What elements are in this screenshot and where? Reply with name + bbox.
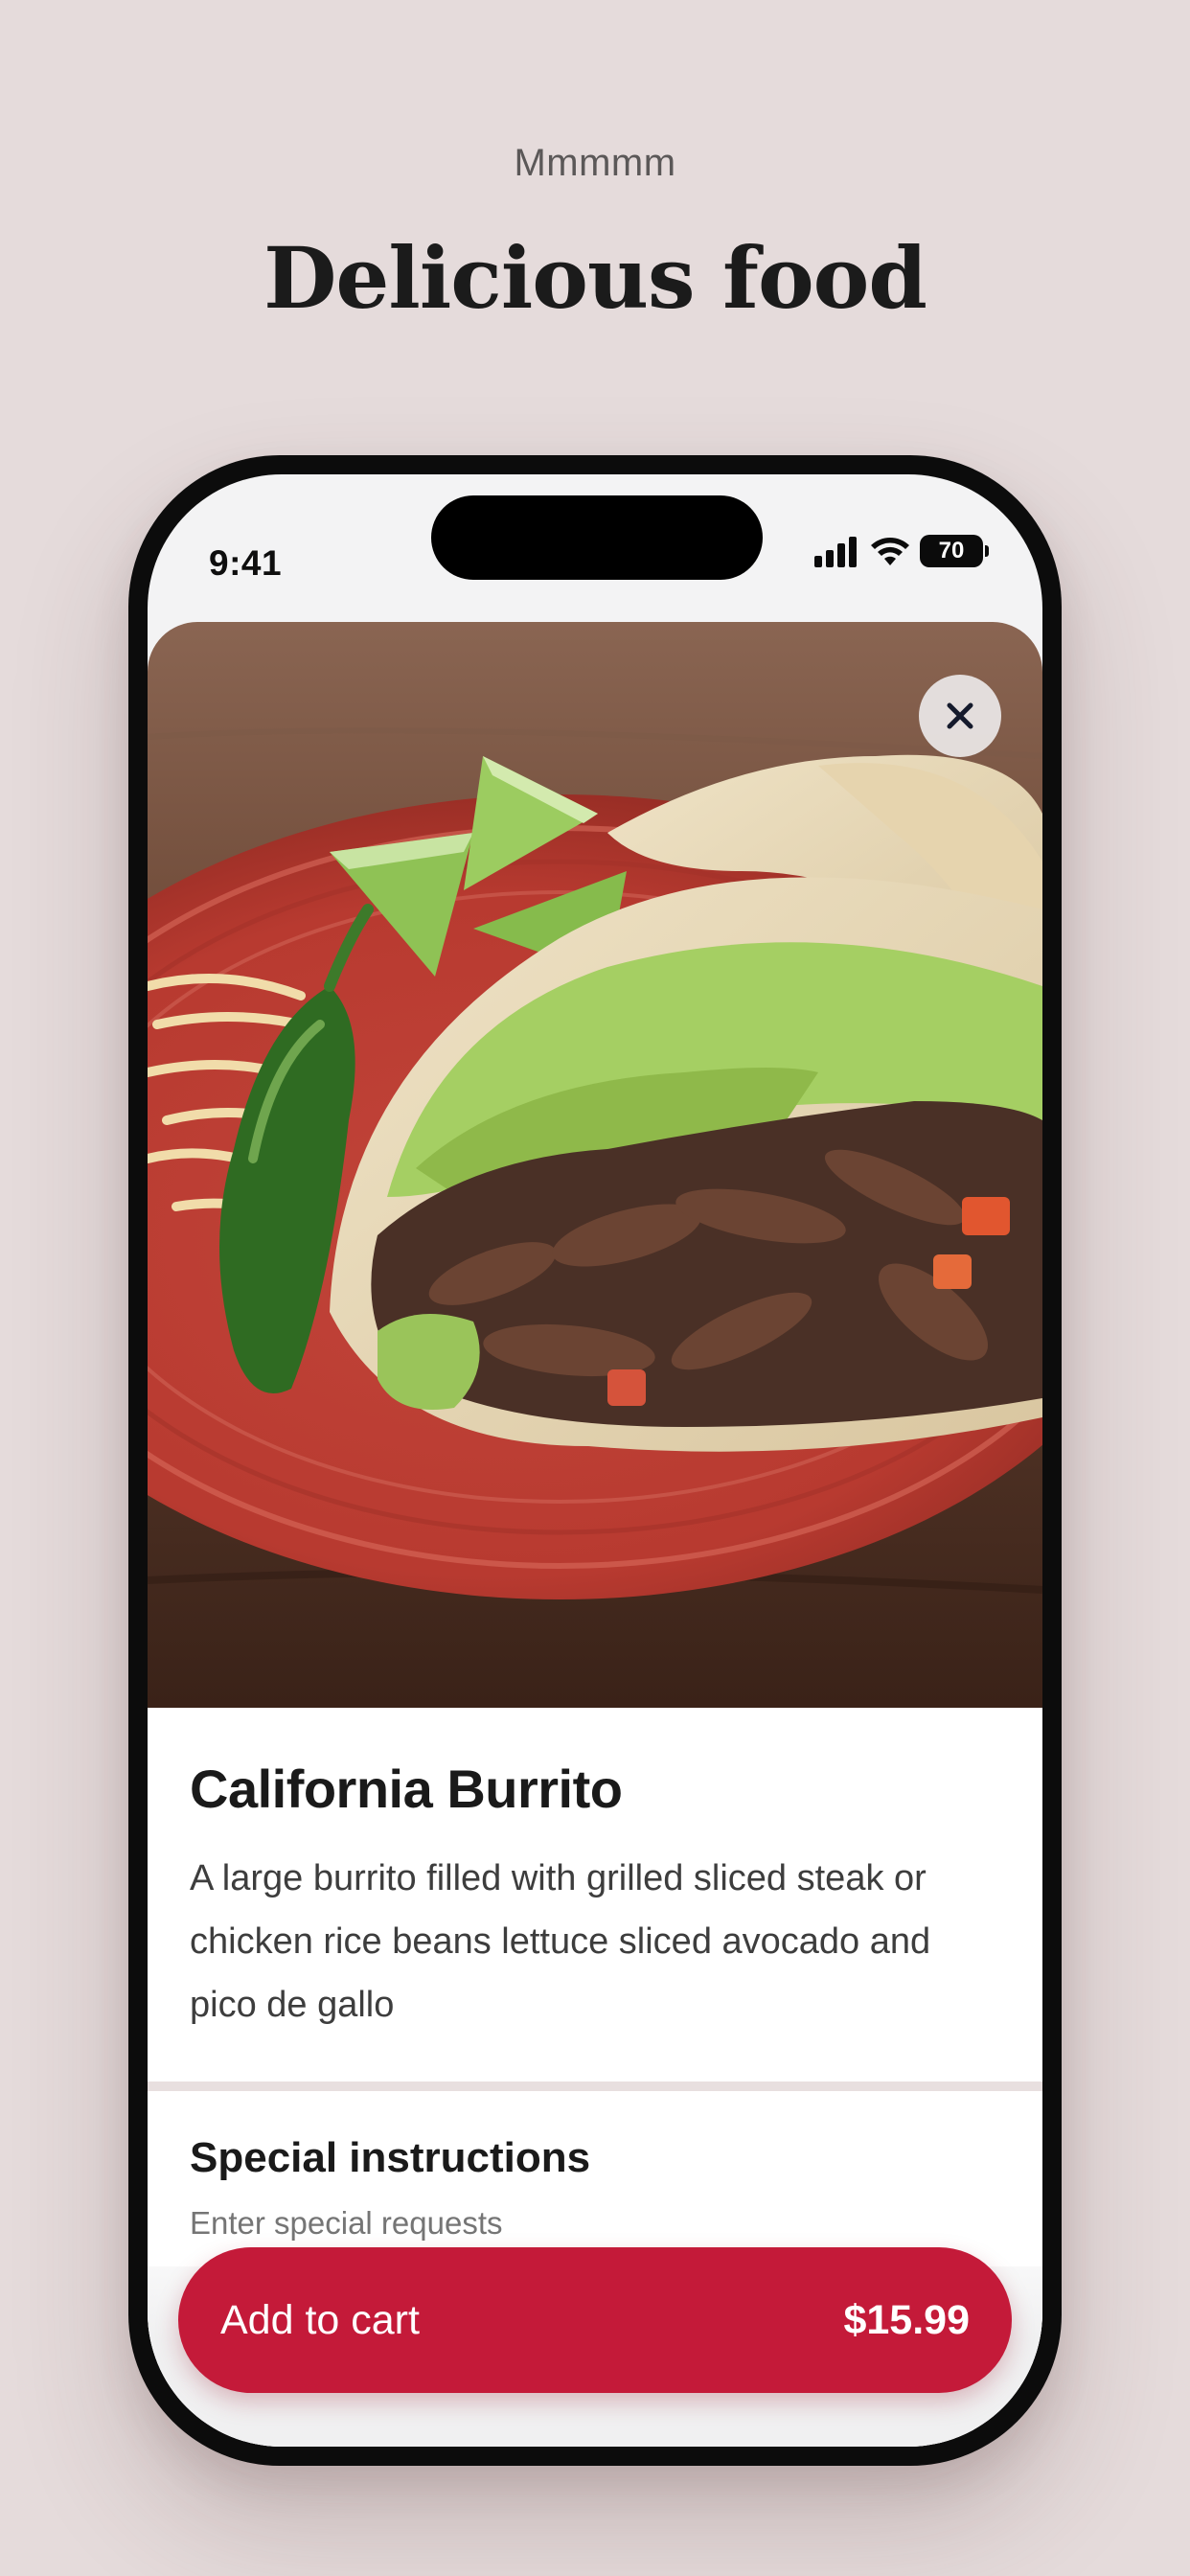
special-instructions-section: Special instructions — [190, 2134, 1000, 2242]
close-icon — [947, 702, 973, 729]
close-button[interactable] — [919, 675, 1001, 757]
dynamic-island — [431, 495, 763, 580]
page-title: Delicious food — [263, 228, 927, 328]
phone-screen: 9:41 70 California Burrito A large burri… — [148, 474, 1042, 2447]
product-description: A large burrito filled with grilled slic… — [190, 1858, 931, 2025]
battery-level: 70 — [938, 538, 965, 564]
wifi-icon — [871, 538, 909, 565]
add-to-cart-label: Add to cart — [220, 2296, 420, 2343]
add-to-cart-button[interactable]: Add to cart $15.99 — [178, 2247, 1012, 2393]
signal-icon — [814, 537, 857, 567]
product-name: California Burrito — [190, 1759, 623, 1819]
eyebrow-text: Mmmmm — [514, 142, 676, 184]
special-instructions-title: Special instructions — [190, 2134, 591, 2181]
product-details: California Burrito A large burrito fille… — [148, 1708, 1042, 2082]
food-photo — [148, 622, 1042, 1708]
phone-frame: 9:41 70 California Burrito A large burri… — [128, 455, 1062, 2466]
status-time: 9:41 — [209, 543, 283, 583]
cart-price: $15.99 — [843, 2296, 970, 2343]
special-requests-input[interactable] — [190, 2205, 1000, 2242]
status-icons: 70 — [812, 532, 989, 570]
battery-icon: 70 — [920, 535, 989, 567]
product-sheet: California Burrito A large burrito fille… — [148, 622, 1042, 2447]
section-divider — [148, 2082, 1042, 2091]
